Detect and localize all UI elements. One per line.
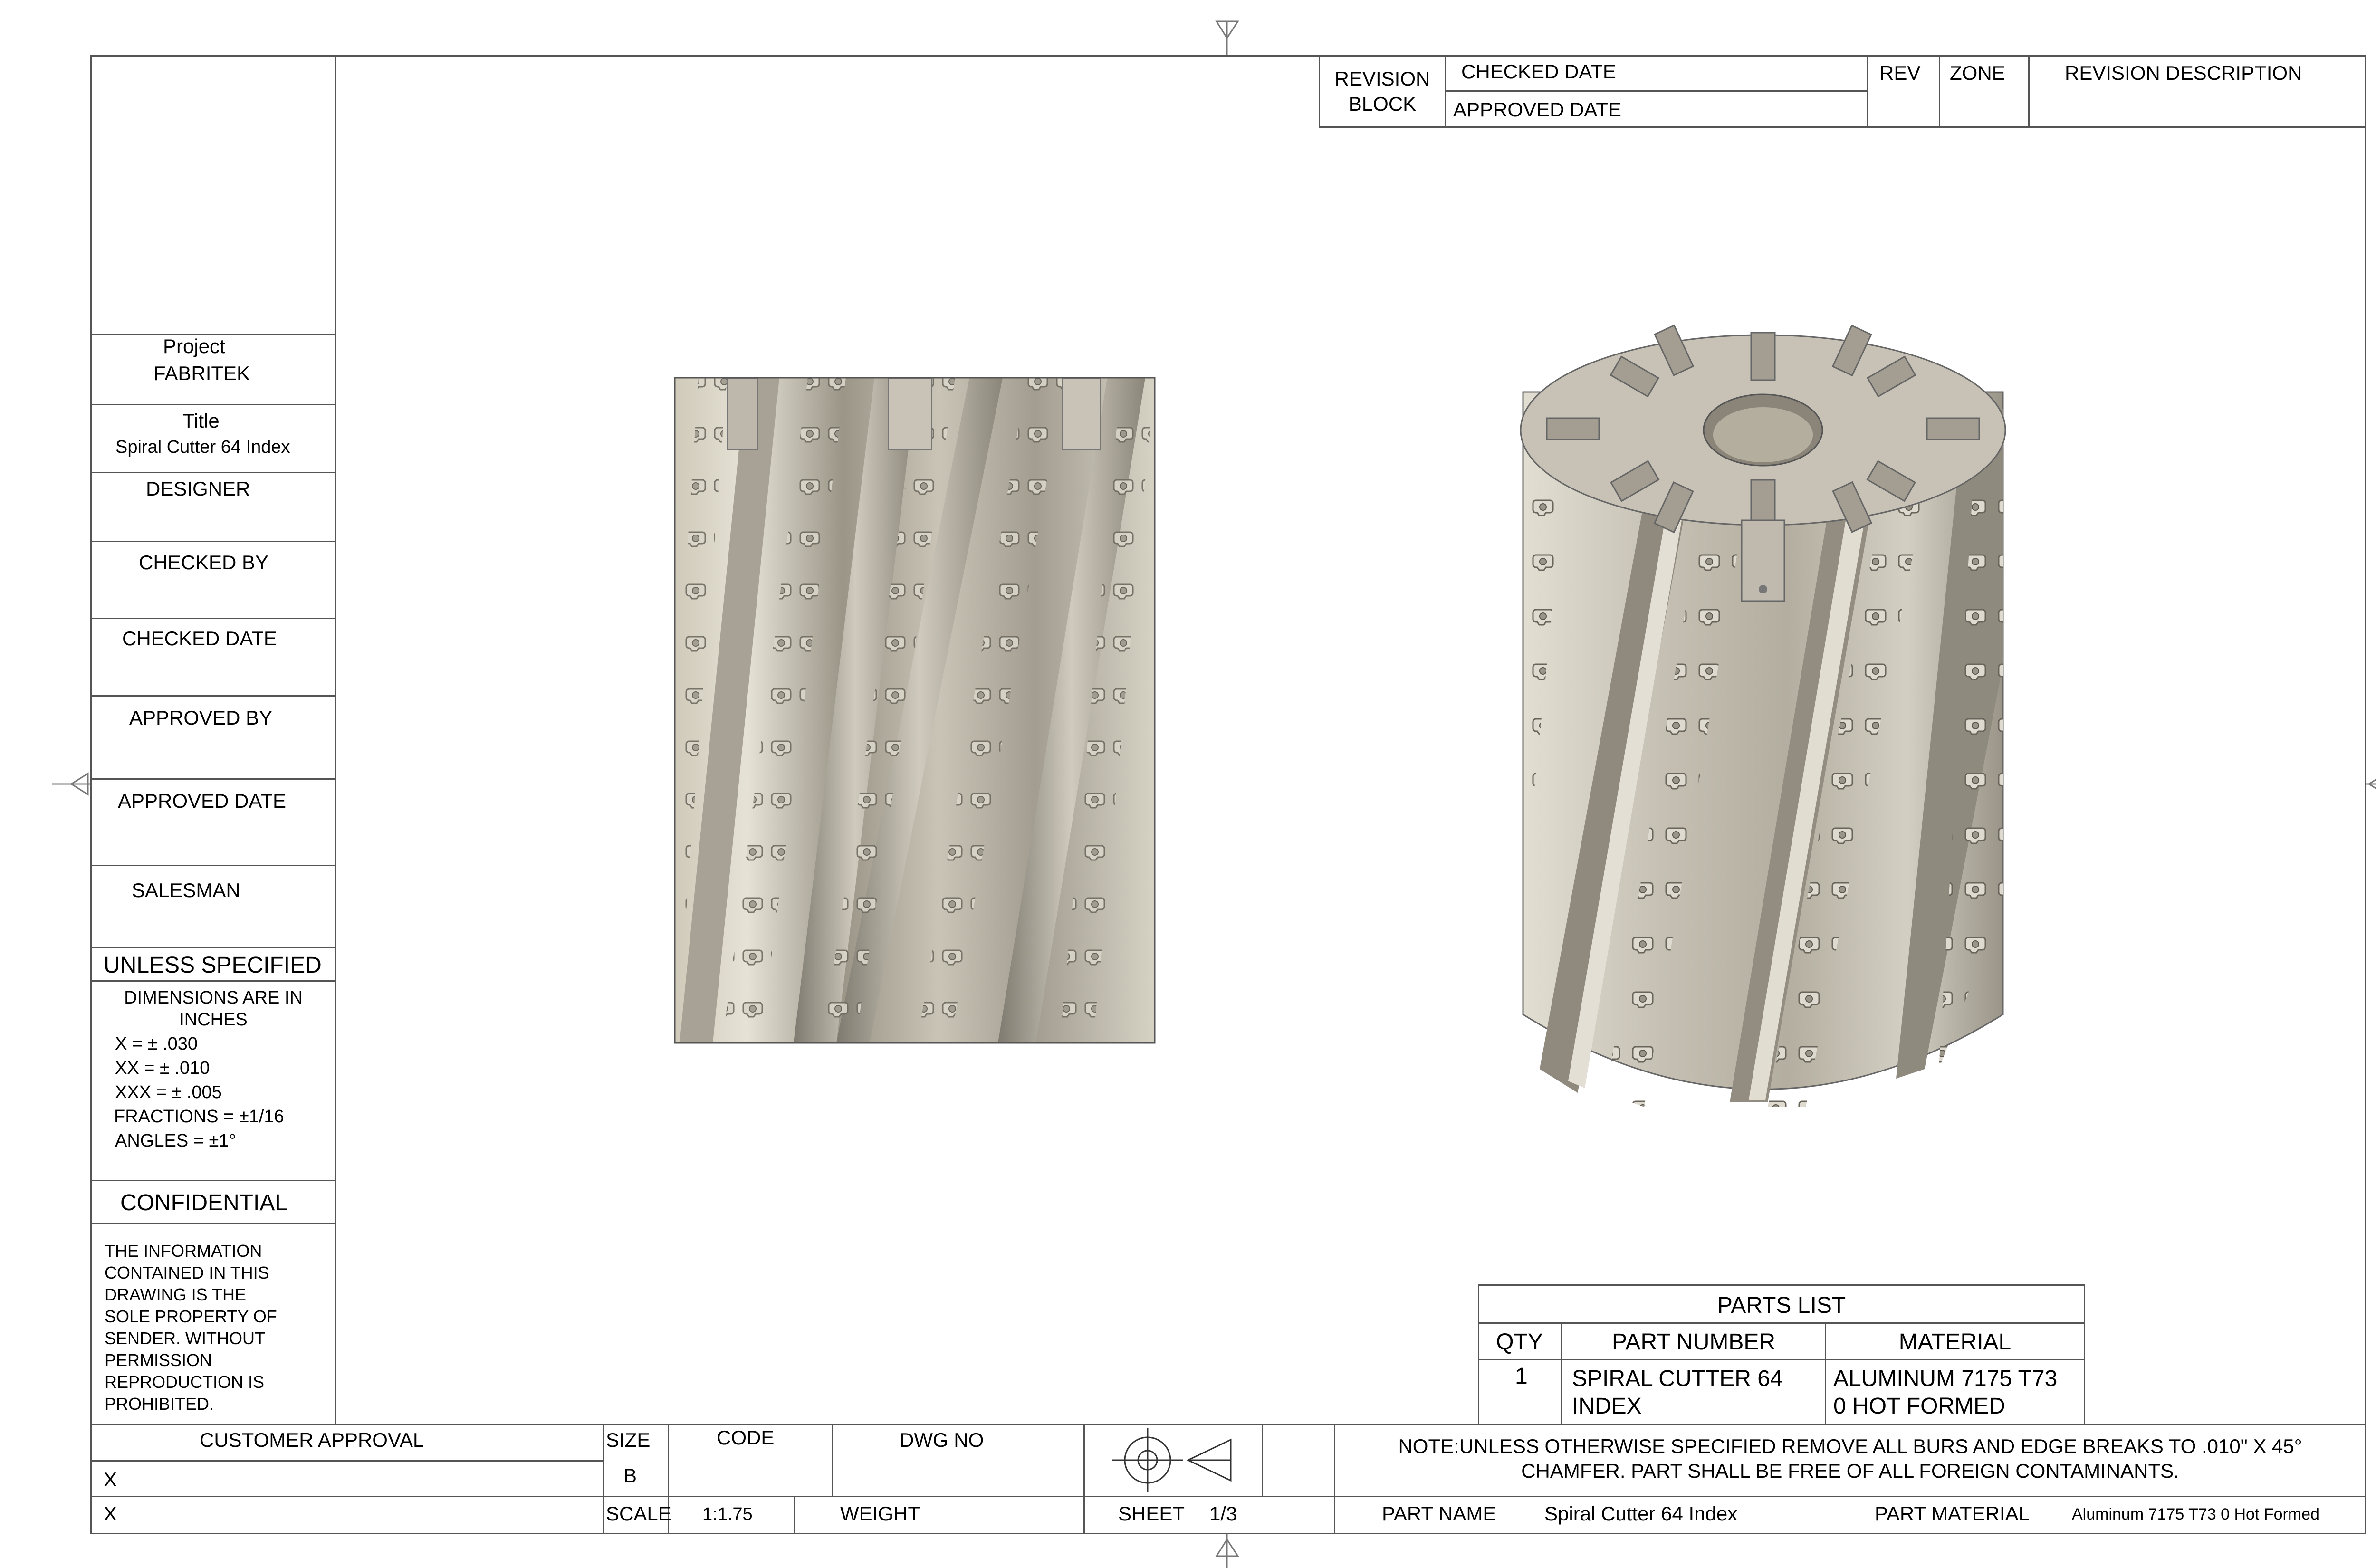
- part-name-value: Spiral Cutter 64 Index: [1544, 1502, 1738, 1525]
- part-material-value: Aluminum 7175 T73 0 Hot Formed: [2072, 1505, 2319, 1523]
- general-note: NOTE:UNLESS OTHERWISE SPECIFIED REMOVE A…: [1398, 1435, 2302, 1482]
- part-material-label: PART MATERIAL: [1875, 1502, 2030, 1525]
- third-angle-projection-icon: [1112, 1428, 1232, 1492]
- part-name-label: PART NAME: [1382, 1502, 1496, 1525]
